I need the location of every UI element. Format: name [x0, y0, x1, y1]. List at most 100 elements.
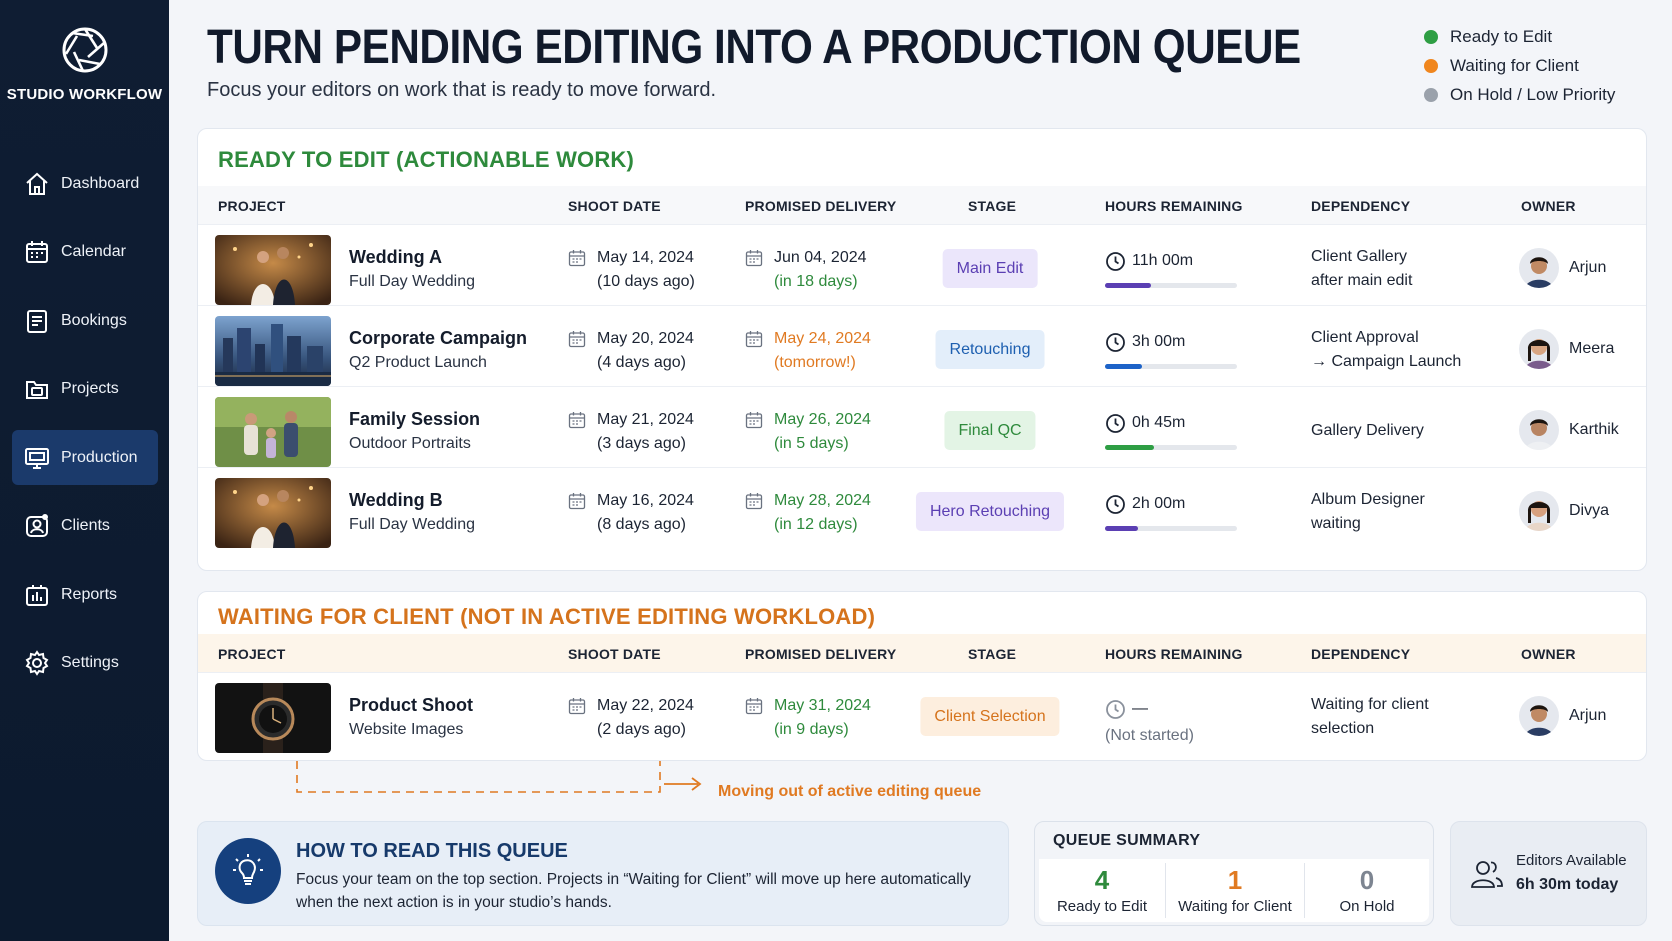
shoot-date: May 21, 2024 (3 days ago): [568, 408, 694, 456]
column-header-shoot-date[interactable]: SHOOT DATE: [568, 198, 661, 214]
sidebar-item-dashboard[interactable]: Dashboard: [12, 156, 158, 211]
project-name[interactable]: Wedding B: [349, 490, 443, 511]
stage-badge[interactable]: Client Selection: [920, 697, 1060, 736]
sidebar-item-calendar[interactable]: Calendar: [12, 225, 158, 280]
table-row[interactable]: Family Session Outdoor Portraits May 21, 2…: [198, 386, 1646, 467]
column-header-project[interactable]: PROJECT: [218, 198, 286, 214]
owner[interactable]: Arjun: [1519, 248, 1606, 288]
status-legend: Ready to Edit Waiting for Client On Hold…: [1422, 22, 1615, 109]
sidebar-item-bookings[interactable]: Bookings: [12, 293, 158, 348]
project-name[interactable]: Wedding A: [349, 247, 442, 268]
editors-value: 6h 30m today: [1516, 876, 1619, 893]
sidebar-item-settings[interactable]: Settings: [12, 636, 158, 691]
summary-value: 0: [1359, 865, 1375, 895]
how-to-read-card: HOW TO READ THIS QUEUE Focus your team o…: [197, 821, 1009, 926]
project-thumbnail[interactable]: [215, 478, 331, 548]
column-header-owner[interactable]: OWNER: [1521, 646, 1576, 662]
project-name[interactable]: Family Session: [349, 409, 480, 430]
column-header-project[interactable]: PROJECT: [218, 646, 286, 662]
hours-value: 0h 45m: [1132, 414, 1186, 431]
owner[interactable]: Meera: [1519, 329, 1614, 369]
stage-badge[interactable]: Main Edit: [942, 249, 1038, 288]
calendar-icon: [745, 250, 763, 267]
column-header-owner[interactable]: OWNER: [1521, 198, 1576, 214]
clock-icon: [1106, 700, 1125, 719]
project-subtitle: Full Day Wedding: [349, 273, 475, 290]
sidebar-item-projects[interactable]: Projects: [12, 362, 158, 417]
page-subtitle: Focus your editors on work that is ready…: [207, 79, 717, 101]
dependency-line-1: Gallery Delivery: [1311, 422, 1424, 439]
clock-icon: [1106, 495, 1125, 514]
summary-ready[interactable]: 4 Ready to Edit: [1039, 859, 1165, 922]
column-header-hours-remaining[interactable]: HOURS REMAINING: [1105, 646, 1243, 662]
summary-on-hold[interactable]: 0 On Hold: [1305, 859, 1429, 922]
sidebar-nav: Dashboard Calendar Bookings Projects Pro…: [12, 156, 158, 704]
aperture-icon: [62, 27, 107, 73]
calendar-icon: [568, 250, 586, 267]
summary-label: Waiting for Client: [1178, 898, 1292, 915]
table-row[interactable]: Product Shoot Website Images May 22, 2024 (…: [198, 672, 1646, 753]
summary-waiting[interactable]: 1 Waiting for Client: [1166, 859, 1304, 922]
project-name[interactable]: Product Shoot: [349, 695, 473, 716]
table-row[interactable]: Corporate Campaign Q2 Product Launch May 2…: [198, 305, 1646, 386]
shoot-date-value: May 16, 2024: [597, 492, 694, 509]
table-row[interactable]: Wedding A Full Day Wedding May 14, 2024 (10…: [198, 224, 1646, 305]
dependency: Waiting for client selection: [1311, 693, 1429, 741]
hours-progress-bar: [1105, 445, 1237, 450]
project-name[interactable]: Corporate Campaign: [349, 328, 527, 349]
project-thumbnail[interactable]: [215, 235, 331, 305]
column-header-promised-delivery[interactable]: PROMISED DELIVERY: [745, 198, 896, 214]
lightbulb-icon: [215, 838, 281, 904]
brand-name: STUDIO WORKFLOW: [6, 86, 163, 103]
editors-label: Editors Available: [1516, 852, 1627, 869]
flow-arrow: [296, 761, 702, 793]
avatar: [1519, 696, 1559, 736]
sidebar-item-clients[interactable]: Clients: [12, 499, 158, 554]
shoot-date-value: May 14, 2024: [597, 249, 694, 266]
column-header-shoot-date[interactable]: SHOOT DATE: [568, 646, 661, 662]
hours-progress-fill: [1105, 364, 1142, 369]
column-header-hours-remaining[interactable]: HOURS REMAINING: [1105, 198, 1243, 214]
avatar: [1519, 410, 1559, 450]
column-header-dependency[interactable]: DEPENDENCY: [1311, 646, 1410, 662]
column-header-dependency[interactable]: DEPENDENCY: [1311, 198, 1410, 214]
hours-value: 3h 00m: [1132, 333, 1186, 350]
sidebar-item-reports[interactable]: Reports: [12, 567, 158, 622]
legend-item-on-hold: On Hold / Low Priority: [1422, 80, 1615, 109]
owner[interactable]: Divya: [1519, 491, 1609, 531]
calendar-icon: [745, 698, 763, 715]
dependency-line-1: Client Approval: [1311, 329, 1419, 346]
shoot-date-ago: (3 days ago): [597, 435, 686, 452]
project-thumbnail[interactable]: [215, 316, 331, 386]
table-row[interactable]: Wedding B Full Day Wedding May 16, 2024 (8 …: [198, 467, 1646, 548]
calendar-icon: [568, 493, 586, 510]
column-header-stage[interactable]: STAGE: [968, 198, 1016, 214]
owner-name: Arjun: [1569, 259, 1607, 276]
stage-badge[interactable]: Hero Retouching: [915, 492, 1065, 531]
dependency-line-1: Waiting for client: [1311, 696, 1429, 713]
owner[interactable]: Arjun: [1519, 696, 1606, 736]
owner[interactable]: Karthik: [1519, 410, 1619, 450]
how-title: HOW TO READ THIS QUEUE: [296, 840, 568, 862]
stage-badge[interactable]: Retouching: [935, 330, 1045, 369]
stage-badge[interactable]: Final QC: [944, 411, 1036, 450]
clock-icon: [1106, 252, 1125, 271]
column-header-stage[interactable]: STAGE: [968, 646, 1016, 662]
column-header-promised-delivery[interactable]: PROMISED DELIVERY: [745, 646, 896, 662]
sidebar-item-production[interactable]: Production: [12, 430, 158, 485]
summary-value: 1: [1227, 865, 1243, 895]
folder-icon: [23, 375, 51, 403]
shoot-date: May 22, 2024 (2 days ago): [568, 694, 694, 742]
sidebar-item-label: Production: [61, 448, 138, 466]
bar-chart-icon: [23, 581, 51, 609]
table-header: PROJECT SHOOT DATE PROMISED DELIVERY STA…: [198, 186, 1646, 224]
brand[interactable]: STUDIO WORKFLOW: [0, 24, 169, 103]
calendar-icon: [568, 331, 586, 348]
project-thumbnail[interactable]: [215, 397, 331, 467]
summary-label: Ready to Edit: [1056, 898, 1148, 915]
dependency: Gallery Delivery: [1311, 419, 1424, 443]
project-thumbnail[interactable]: [215, 683, 331, 753]
project-subtitle: Website Images: [349, 721, 464, 738]
avatar: [1519, 248, 1559, 288]
calendar-icon: [568, 698, 586, 715]
